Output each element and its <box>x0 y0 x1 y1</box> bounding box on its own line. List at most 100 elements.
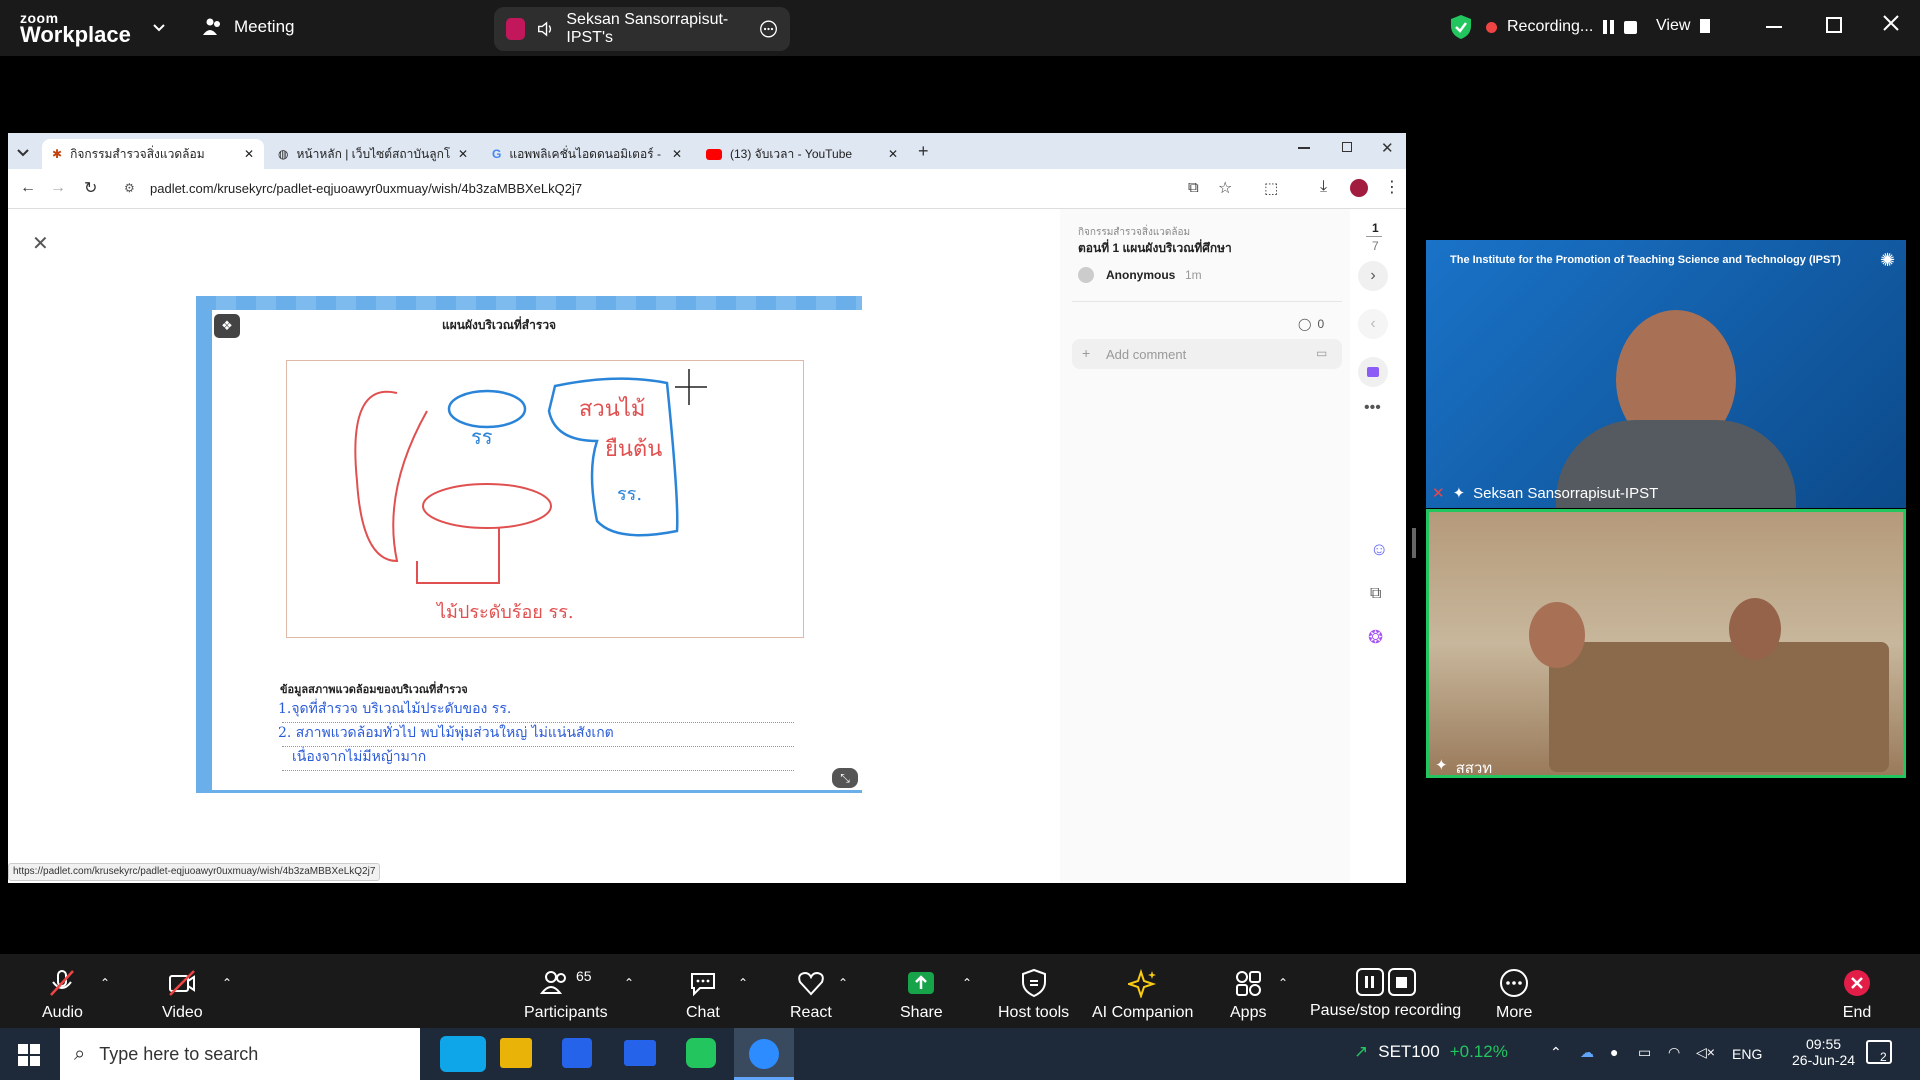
extension-icon[interactable]: ❂ <box>1368 627 1383 648</box>
react-caret-icon[interactable]: ⌃ <box>838 976 848 990</box>
browser-close-icon[interactable]: ✕ <box>1381 139 1394 157</box>
zoom-top-bar: zoom Workplace Meeting Seksan Sansorrapi… <box>0 0 1920 56</box>
participants-button[interactable]: 65 Participants <box>524 968 608 1022</box>
windows-start-icon[interactable] <box>18 1044 40 1071</box>
tab-close-icon[interactable]: ✕ <box>672 147 682 161</box>
tray-chevron-icon[interactable]: ⌃ <box>1550 1044 1562 1061</box>
video-tile-room[interactable]: ✦ สสวท <box>1426 509 1906 778</box>
host-tools-button[interactable]: Host tools <box>998 968 1069 1022</box>
microphone-icon[interactable]: ● <box>1610 1044 1618 1060</box>
tab-youtube[interactable]: (13) จับเวลา - YouTube ✕ <box>696 139 908 169</box>
video-caret-icon[interactable]: ⌃ <box>222 976 232 990</box>
apps-button[interactable]: Apps <box>1230 968 1266 1022</box>
wifi-icon[interactable]: ◠ <box>1668 1044 1680 1061</box>
divider <box>1072 301 1342 302</box>
mail-icon[interactable] <box>624 1040 656 1066</box>
tab-close-icon[interactable]: ✕ <box>244 147 254 161</box>
end-meeting-button[interactable]: End <box>1842 968 1872 1022</box>
chevron-down-icon[interactable] <box>152 20 166 38</box>
chat-caret-icon[interactable]: ⌃ <box>738 976 748 990</box>
video-tile-presenter[interactable]: The Institute for the Promotion of Teach… <box>1426 240 1906 508</box>
store-icon[interactable] <box>562 1038 592 1068</box>
taskbar-search[interactable]: ⌕ Type here to search <box>60 1028 420 1080</box>
line-icon[interactable] <box>686 1038 716 1068</box>
more-icon[interactable]: ••• <box>1364 399 1381 417</box>
chat-button[interactable]: Chat <box>686 968 720 1022</box>
recording-indicator[interactable]: Recording... <box>1486 18 1638 36</box>
minimize-icon[interactable] <box>1766 26 1782 28</box>
pause-icon[interactable] <box>1603 20 1615 34</box>
notification-icon[interactable]: 2 <box>1866 1040 1892 1064</box>
prev-post-icon[interactable]: ‹ <box>1358 309 1388 339</box>
shield-check-icon[interactable] <box>1450 14 1472 45</box>
sketch-label-school-b: รร. <box>617 484 643 505</box>
stock-widget[interactable]: ↗ SET100 +0.12% <box>1354 1042 1508 1062</box>
note-rule <box>282 722 794 723</box>
zoom-logo[interactable]: zoom Workplace <box>20 10 131 48</box>
participants-caret-icon[interactable]: ⌃ <box>624 976 634 990</box>
meeting-toolbar: Audio ⌃ Video ⌃ 65 Participants ⌃ Chat ⌃… <box>0 954 1920 1028</box>
view-menu[interactable]: View <box>1656 17 1711 35</box>
browser-menu-icon[interactable]: ⋮ <box>1384 177 1400 197</box>
zoom-taskbar-button[interactable] <box>734 1028 794 1080</box>
tab-list-icon[interactable] <box>16 145 30 163</box>
ai-companion-button[interactable]: AI Companion <box>1092 968 1193 1022</box>
edge-icon[interactable] <box>440 1036 486 1072</box>
reload-icon[interactable]: ↻ <box>84 178 97 198</box>
note-line-3: เนื่องจากไม่มีหญ้ามาก <box>292 749 427 765</box>
tldraw-badge-icon[interactable]: ❖ <box>214 314 240 338</box>
new-tab-icon[interactable]: + <box>918 141 929 162</box>
pause-stop-recording-button[interactable]: Pause/stop recording <box>1310 968 1461 1020</box>
audio-button[interactable]: Audio <box>42 968 83 1022</box>
back-icon[interactable]: ← <box>20 179 36 197</box>
battery-icon[interactable]: ▭ <box>1638 1044 1651 1061</box>
next-post-icon[interactable]: › <box>1358 261 1388 291</box>
add-comment-field[interactable]: + Add comment ▭ <box>1072 339 1342 369</box>
tab-green-globe[interactable]: ◍ หน้าหลัก | เว็บไซต์สถาบันลูกโลกสีเขี..… <box>268 139 478 169</box>
onedrive-icon[interactable]: ☁ <box>1580 1044 1594 1061</box>
clock[interactable]: 09:55 26-Jun-24 <box>1792 1036 1855 1068</box>
share-button[interactable]: Share <box>900 968 943 1022</box>
forward-icon[interactable]: → <box>50 179 66 197</box>
author-avatar <box>1078 267 1094 283</box>
extensions-icon[interactable]: ⬚ <box>1264 179 1278 197</box>
audio-caret-icon[interactable]: ⌃ <box>100 976 110 990</box>
site-info-icon[interactable]: ⚙ <box>124 181 135 195</box>
post-image[interactable]: ❖ แผนผังบริเวณที่สำรวจ สวนไม้ ยืนต้น รร … <box>196 296 862 793</box>
translate-icon[interactable]: ⧉ <box>1370 585 1381 603</box>
active-speaker-pill[interactable]: Seksan Sansorrapisut-IPST's <box>494 7 790 51</box>
download-icon[interactable]: ⤓ <box>1320 178 1327 196</box>
more-options-icon[interactable] <box>759 18 778 40</box>
bookmark-star-icon[interactable]: ☆ <box>1218 178 1232 198</box>
install-app-icon[interactable]: ⧉ <box>1188 179 1199 196</box>
tab-google[interactable]: G แอพพลิเคชั่นไอดดนอมิเตอร์ - ค้นหาด้...… <box>482 139 692 169</box>
stop-icon[interactable] <box>1624 20 1638 34</box>
camera-icon[interactable]: ▭ <box>1316 346 1327 360</box>
tab-close-icon[interactable]: ✕ <box>888 147 898 161</box>
file-explorer-icon[interactable] <box>500 1038 532 1068</box>
meeting-menu[interactable]: Meeting <box>202 16 294 38</box>
react-button[interactable]: React <box>790 968 832 1022</box>
more-button[interactable]: More <box>1496 968 1532 1022</box>
browser-restore-icon[interactable] <box>1342 142 1352 152</box>
apps-caret-icon[interactable]: ⌃ <box>1278 976 1288 990</box>
sketch-label-trees: ยืนต้น <box>605 437 663 462</box>
language-indicator[interactable]: ENG <box>1732 1046 1762 1062</box>
assistant-icon[interactable]: ☺ <box>1370 539 1388 560</box>
tab-padlet[interactable]: ✱ กิจกรรมสำรวจสิ่งแวดล้อม ✕ <box>42 139 264 169</box>
chat-post-icon[interactable] <box>1358 357 1388 387</box>
close-icon[interactable] <box>1882 14 1900 37</box>
volume-muted-icon[interactable]: ◁× <box>1696 1044 1715 1061</box>
share-caret-icon[interactable]: ⌃ <box>962 976 972 990</box>
end-icon <box>1844 970 1870 996</box>
profile-avatar[interactable] <box>1350 179 1368 197</box>
padlet-favicon-icon: ✱ <box>52 147 63 161</box>
video-button[interactable]: Video <box>162 968 203 1022</box>
close-post-icon[interactable]: ✕ <box>32 231 49 256</box>
restore-icon[interactable] <box>1826 17 1842 33</box>
browser-minimize-icon[interactable] <box>1298 147 1310 149</box>
splitter-handle[interactable] <box>1412 528 1416 558</box>
tab-close-icon[interactable]: ✕ <box>458 147 468 161</box>
url-input[interactable]: padlet.com/krusekyrc/padlet-eqjuoawyr0ux… <box>150 181 582 196</box>
expand-icon[interactable]: ⤡ <box>832 768 858 788</box>
